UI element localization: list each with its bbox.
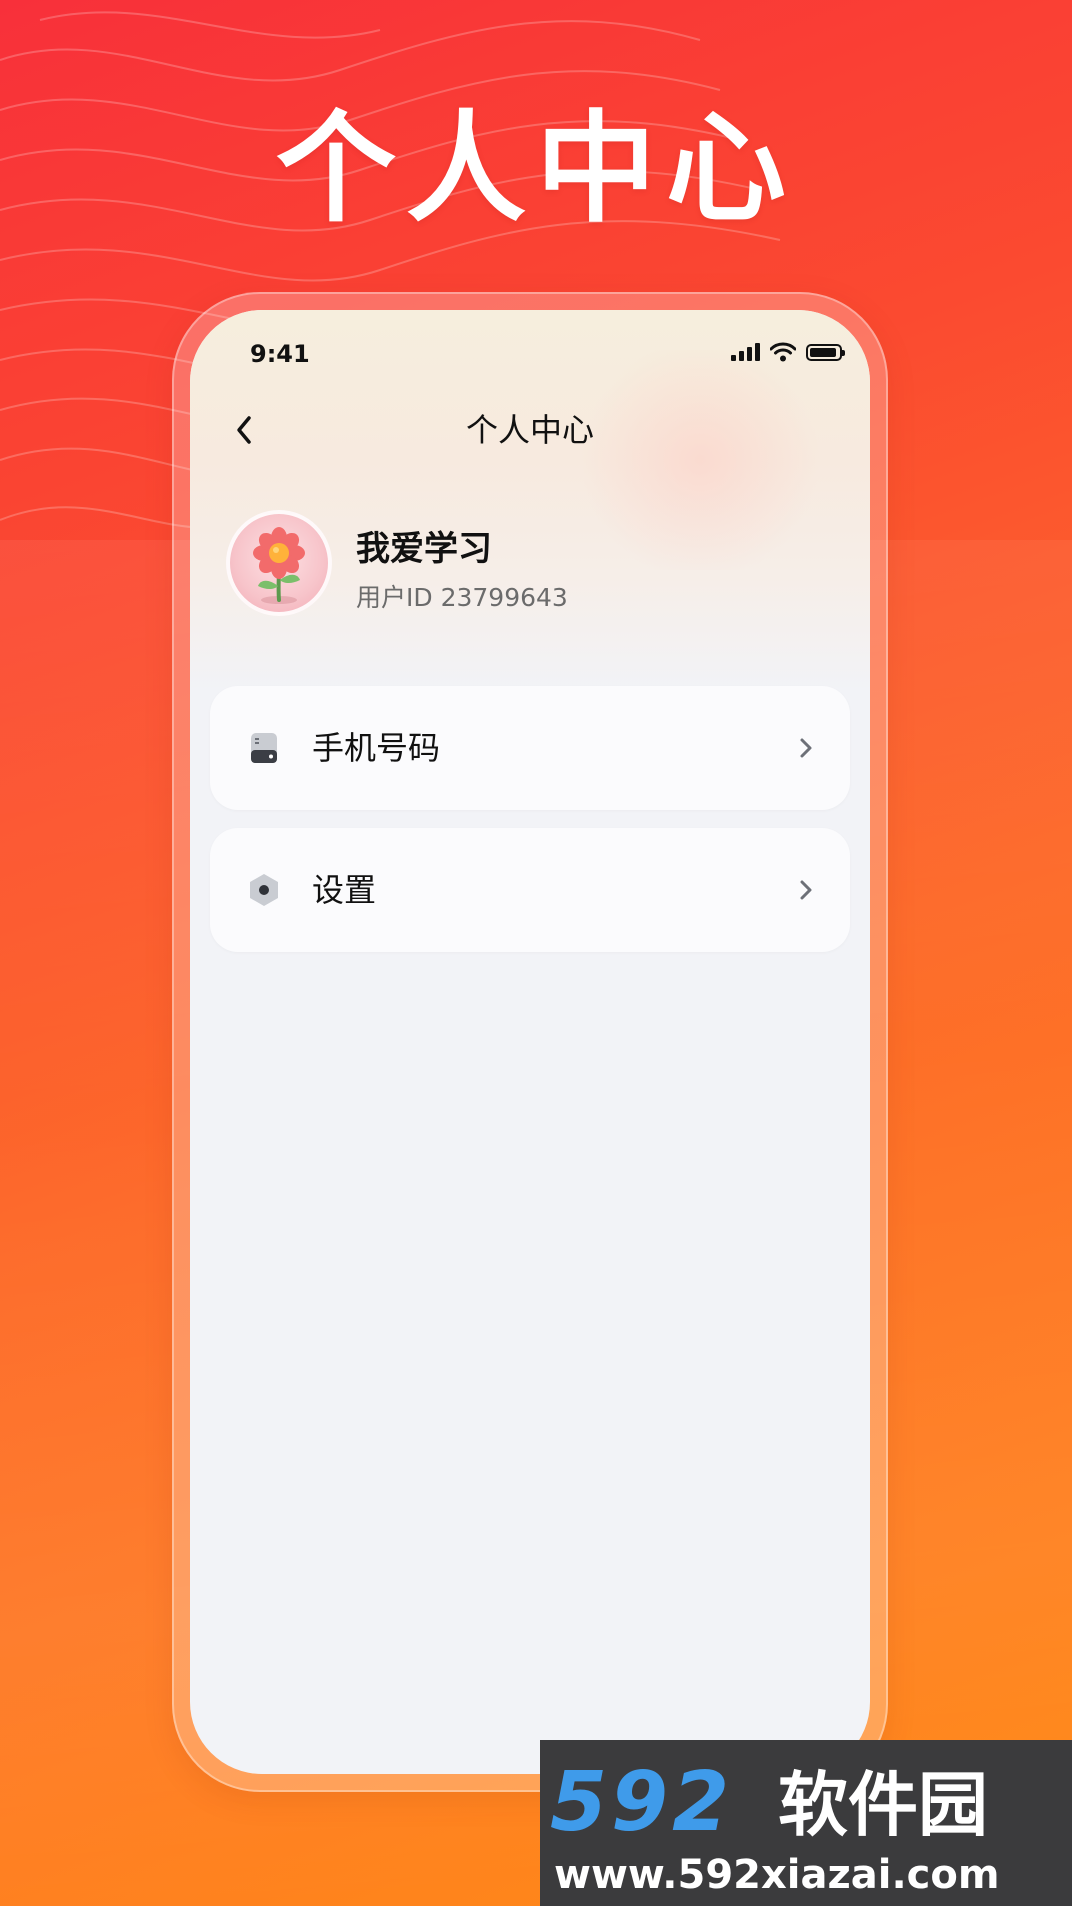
user-name: 我爱学习 — [356, 529, 492, 569]
battery-icon — [806, 343, 845, 361]
status-time: 9:41 — [250, 340, 310, 368]
flower-avatar-icon — [253, 527, 305, 604]
promo-poster: 个人中心 9:41 个人中心 我爱学习 用户ID 23799643 手机号码 设… — [0, 0, 1072, 1906]
poster-title: 个人中心 — [276, 100, 796, 239]
chevron-right-icon — [800, 738, 812, 758]
menu-item-label: 手机号码 — [312, 729, 441, 767]
status-icons — [731, 340, 845, 364]
wifi-icon — [770, 342, 796, 362]
menu-item-settings[interactable]: 设置 — [210, 828, 850, 952]
page-title: 个人中心 — [465, 411, 594, 449]
watermark-brand: 软件园 — [778, 1764, 988, 1846]
signal-icon — [731, 343, 760, 361]
phone-card-icon — [251, 733, 277, 763]
hexagon-settings-icon — [250, 874, 278, 906]
phone-screen: 9:41 个人中心 我爱学习 用户ID 23799643 手机号码 设置 — [190, 310, 870, 1774]
site-watermark: 592 软件园 www.592xiazai.com — [540, 1740, 1072, 1906]
watermark-url: www.592xiazai.com — [554, 1852, 1000, 1898]
user-id: 用户ID 23799643 — [356, 583, 568, 612]
avatar[interactable] — [226, 510, 332, 616]
watermark-number: 592 — [550, 1755, 734, 1850]
menu-item-phone-number[interactable]: 手机号码 — [210, 686, 850, 810]
menu-item-label: 设置 — [312, 871, 377, 909]
chevron-right-icon — [800, 880, 812, 900]
